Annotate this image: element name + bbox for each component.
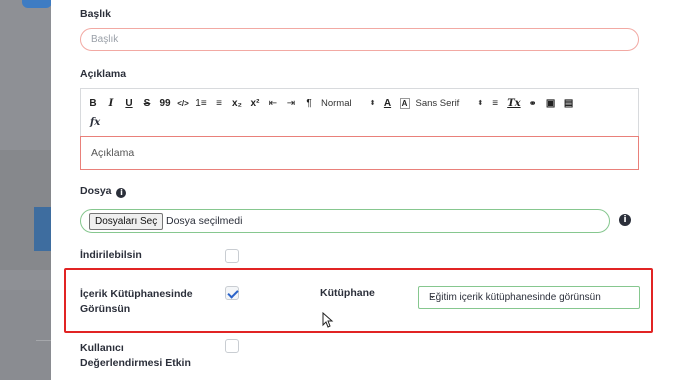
library-visible-label-line1: İçerik Kütüphanesinde <box>80 288 193 300</box>
background-color-button[interactable]: A <box>399 97 410 109</box>
blockquote-button[interactable]: 99 <box>159 95 171 111</box>
align-button[interactable]: ≡ <box>489 95 501 111</box>
link-icon: ⚭ <box>528 97 537 108</box>
title-input[interactable]: Başlık <box>80 28 639 51</box>
library-label: Kütüphane <box>320 287 375 299</box>
file-input: Dosyaları Seç Dosya seçilmedi <box>80 209 610 233</box>
description-placeholder: Açıklama <box>91 147 135 159</box>
header-select[interactable]: Normal ⬍ <box>321 98 376 109</box>
backdrop-divider <box>36 340 51 341</box>
toolbar-row: B I U S 99 </> 1≡ ≡ x₂ x² ⇤ ⇥ ¶ Normal ⬍… <box>87 95 581 111</box>
updown-arrow-icon: ⬍ <box>477 100 484 107</box>
updown-arrow-icon: ⬍ <box>369 100 376 107</box>
info-icon[interactable]: i <box>619 214 631 226</box>
library-visible-label: İçerik Kütüphanesinde Görünsün <box>80 287 193 317</box>
backdrop-blue-tab <box>22 0 52 8</box>
description-editor[interactable]: Açıklama <box>80 136 639 170</box>
library-select[interactable]: Eğitim içerik kütüphanesinde görünsün ⌄ <box>418 286 640 309</box>
link-button[interactable]: ⚭ <box>527 95 539 111</box>
backdrop-blue-block <box>34 207 51 251</box>
description-label: Açıklama <box>80 68 127 80</box>
font-select[interactable]: Sans Serif ⬍ <box>416 98 484 109</box>
code-block-button[interactable]: </> <box>177 95 189 111</box>
file-label-text: Dosya <box>80 185 112 197</box>
ordered-list-button[interactable]: 1≡ <box>195 95 207 111</box>
downloadable-checkbox[interactable] <box>225 249 239 263</box>
title-label: Başlık <box>80 8 111 20</box>
video-button[interactable]: ▤ <box>563 95 575 111</box>
header-select-value: Normal <box>321 97 352 109</box>
editor-toolbar: B I U S 99 </> 1≡ ≡ x₂ x² ⇤ ⇥ ¶ Normal ⬍… <box>80 88 639 136</box>
image-button[interactable]: ▣ <box>545 95 557 111</box>
clear-format-button[interactable]: Tx <box>507 95 520 111</box>
user-rating-label-line1: Kullanıcı <box>80 342 124 354</box>
rtl-button[interactable]: ¶ <box>303 95 315 111</box>
italic-button[interactable]: I <box>105 95 117 111</box>
choose-files-button[interactable]: Dosyaları Seç <box>89 213 164 230</box>
font-select-value: Sans Serif <box>415 97 460 109</box>
outdent-button[interactable]: ⇤ <box>267 95 279 111</box>
underline-button[interactable]: U <box>123 95 135 111</box>
backdrop-card <box>0 290 51 380</box>
strikethrough-button[interactable]: S <box>141 95 153 111</box>
downloadable-label: İndirilebilsin <box>80 249 142 261</box>
backdrop-overlay <box>0 0 52 380</box>
file-status: Dosya seçilmedi <box>166 215 243 227</box>
subscript-button[interactable]: x₂ <box>231 95 243 111</box>
mouse-cursor-icon <box>322 312 334 328</box>
library-visible-checkbox[interactable] <box>225 286 239 300</box>
font-color-button[interactable]: A <box>382 95 394 111</box>
bold-button[interactable]: B <box>87 95 99 111</box>
file-label: Dosya i <box>80 185 127 198</box>
title-placeholder: Başlık <box>91 34 119 45</box>
user-rating-checkbox[interactable] <box>225 339 239 353</box>
superscript-button[interactable]: x² <box>249 95 261 111</box>
bullet-list-button[interactable]: ≡ <box>213 95 225 111</box>
user-rating-label: Kullanıcı Değerlendirmesi Etkin <box>80 341 191 371</box>
indent-button[interactable]: ⇥ <box>285 95 297 111</box>
user-rating-label-line2: Değerlendirmesi Etkin <box>80 357 191 369</box>
formula-button[interactable]: fx <box>90 117 100 128</box>
chevron-down-icon: ⌄ <box>429 291 436 300</box>
library-visible-label-line2: Görünsün <box>80 303 131 315</box>
